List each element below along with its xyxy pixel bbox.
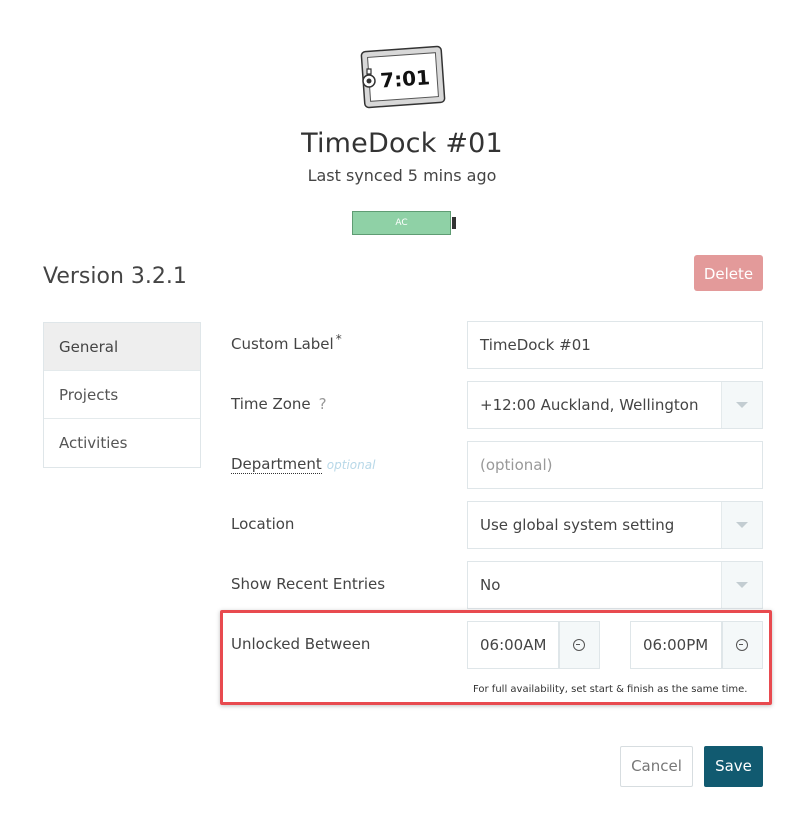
optional-hint: optional (326, 458, 376, 472)
chevron-down-icon[interactable] (721, 562, 762, 608)
battery-indicator: AC (352, 211, 451, 235)
nav-item-general[interactable]: General (44, 323, 200, 371)
side-nav: General Projects Activities (43, 322, 201, 468)
custom-label-input[interactable]: TimeDock #01 (467, 321, 763, 369)
chevron-down-icon[interactable] (721, 382, 762, 428)
department-text: Department (231, 455, 322, 474)
department-input[interactable]: (optional) (467, 441, 763, 489)
device-icon-time: 7:01 (379, 65, 430, 92)
location-select[interactable]: Use global system setting (467, 501, 763, 549)
save-button[interactable]: Save (704, 746, 763, 787)
last-synced-text: Last synced 5 mins ago (307, 166, 497, 185)
highlight-box (220, 610, 772, 705)
battery-tip (452, 217, 456, 229)
nav-item-projects[interactable]: Projects (44, 371, 200, 419)
custom-label-text: Custom Label (231, 335, 334, 353)
nav-item-activities[interactable]: Activities (44, 419, 200, 467)
battery-label: AC (395, 218, 408, 228)
show-recent-select[interactable]: No (467, 561, 763, 609)
custom-label-label: Custom Label * (231, 332, 342, 353)
time-zone-label: Time Zone? (231, 395, 327, 413)
version-heading: Version 3.2.1 (43, 264, 187, 289)
delete-button[interactable]: Delete (694, 255, 763, 291)
help-icon[interactable]: ? (319, 395, 327, 413)
required-marker: * (335, 332, 342, 346)
time-zone-text: Time Zone (231, 395, 311, 413)
time-zone-select[interactable]: +12:00 Auckland, Wellington (467, 381, 763, 429)
show-recent-label: Show Recent Entries (231, 575, 386, 593)
department-label: Department optional (231, 455, 376, 474)
device-title: TimeDock #01 (301, 128, 503, 159)
timedock-device-icon: 7:01 (360, 45, 446, 109)
time-zone-value: +12:00 Auckland, Wellington (480, 396, 699, 414)
location-value: Use global system setting (480, 516, 675, 534)
chevron-down-icon[interactable] (721, 502, 762, 548)
cancel-button[interactable]: Cancel (620, 746, 693, 787)
location-label: Location (231, 515, 295, 533)
show-recent-value: No (480, 576, 501, 594)
